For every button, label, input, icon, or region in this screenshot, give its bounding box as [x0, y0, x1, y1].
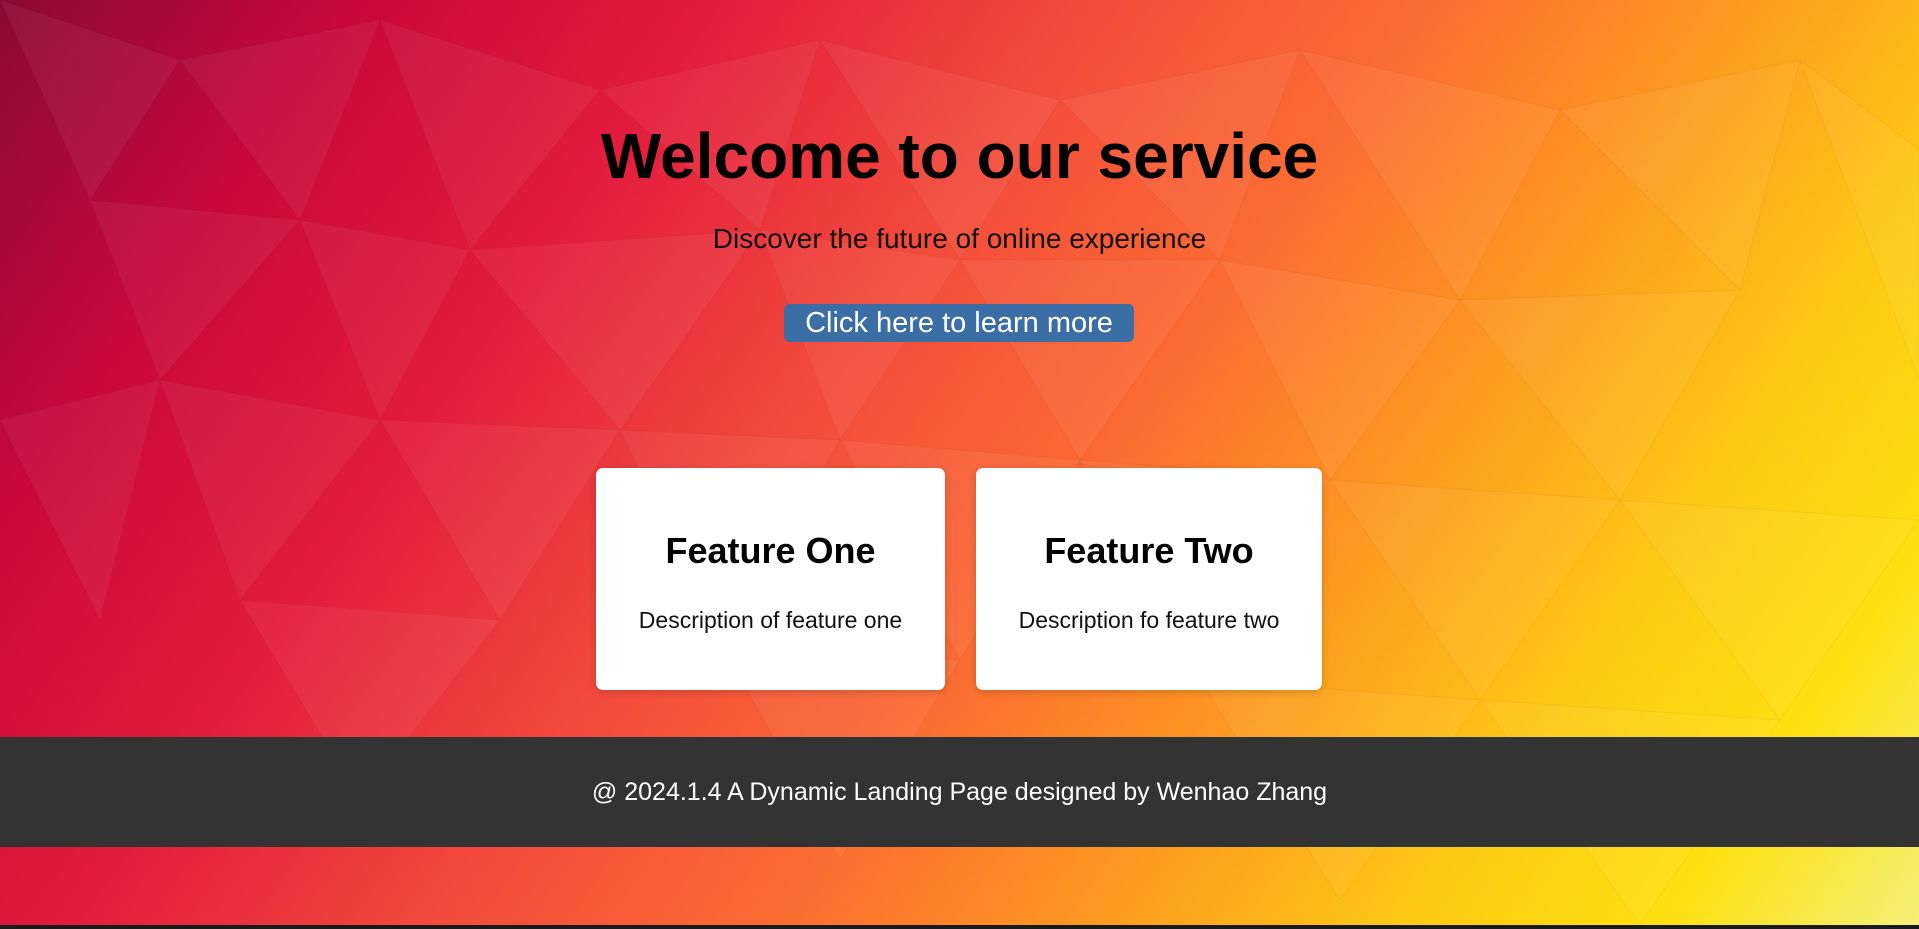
learn-more-button[interactable]: Click here to learn more	[784, 304, 1134, 342]
feature-one-title: Feature One	[665, 530, 876, 571]
hero-title: Welcome to our service	[600, 120, 1319, 192]
hero-subtitle: Discover the future of online experience	[712, 223, 1207, 254]
feature-one-description: Description of feature one	[638, 607, 903, 633]
footer-text: @ 2024.1.4 A Dynamic Landing Page design…	[591, 778, 1328, 806]
page-footer: @ 2024.1.4 A Dynamic Landing Page design…	[0, 737, 1919, 847]
feature-two-description: Description fo feature two	[1018, 607, 1280, 633]
feature-card-one: Feature One Description of feature one	[596, 468, 945, 690]
feature-card-two: Feature Two Description fo feature two	[976, 468, 1322, 690]
feature-two-title: Feature Two	[1044, 530, 1254, 571]
